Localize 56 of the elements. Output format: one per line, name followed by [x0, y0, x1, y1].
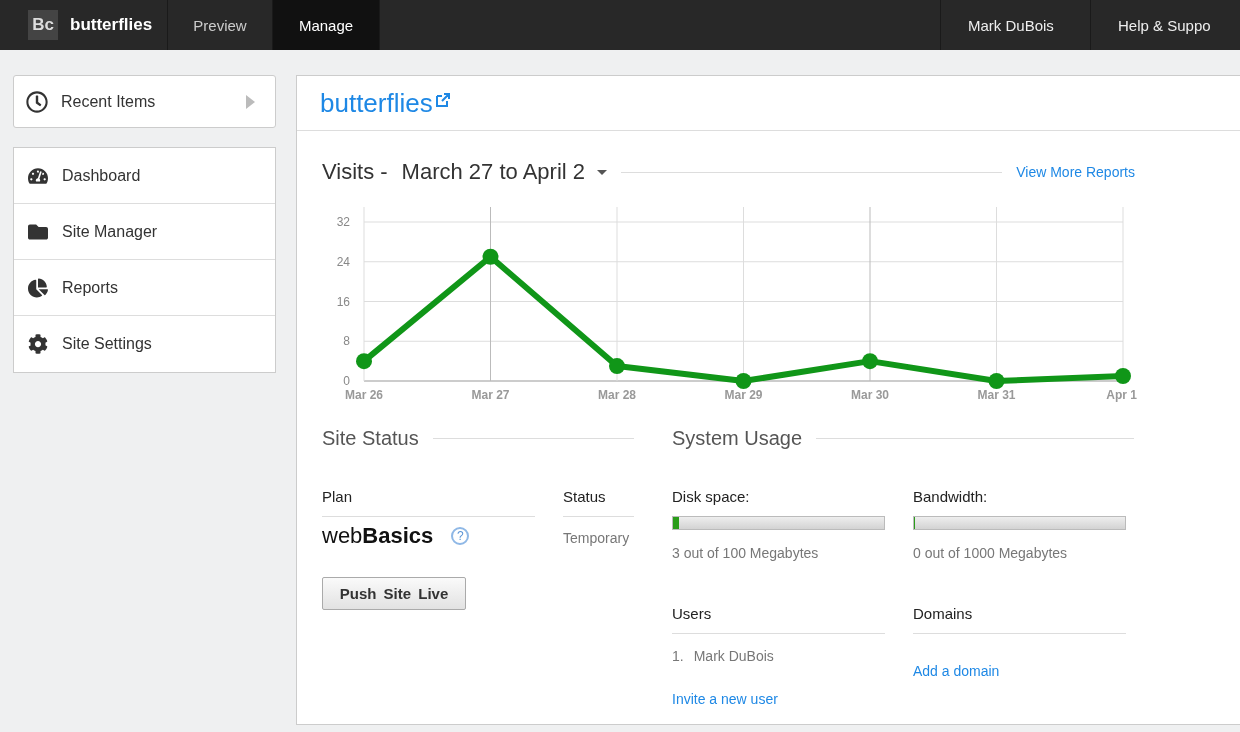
status-value: Temporary — [563, 530, 631, 546]
x-axis-label: Mar 27 — [471, 388, 510, 402]
y-axis-label: 16 — [336, 294, 350, 309]
x-axis-label: Mar 31 — [977, 388, 1016, 402]
x-axis-label: Apr 1 — [1106, 388, 1137, 402]
logo[interactable]: Bc — [28, 10, 58, 40]
y-axis-label: 24 — [336, 254, 350, 269]
user-name: Mark DuBois — [693, 648, 774, 664]
y-axis-label: 8 — [343, 334, 350, 349]
invite-user-link[interactable]: Invite a new user — [672, 691, 778, 707]
recent-items-button[interactable]: Recent Items — [13, 75, 276, 128]
plan-name: webBasics — [322, 523, 434, 549]
y-axis-label: 0 — [343, 374, 350, 388]
usage-reading: 3 out of 100 Megabytes — [672, 545, 820, 561]
sidebar-item[interactable]: Site Manager — [14, 204, 275, 260]
site-title-link[interactable]: butterflies — [320, 87, 451, 119]
data-point — [988, 373, 1005, 389]
data-point — [735, 373, 752, 389]
data-point — [482, 248, 499, 265]
column-header: Status — [563, 488, 634, 517]
meter-label: Disk space: — [672, 488, 751, 505]
push-site-live-button[interactable]: Push Site Live — [322, 577, 466, 610]
settings-icon — [28, 334, 48, 354]
column-header: Domains — [913, 605, 1126, 634]
column-header: Plan — [322, 488, 535, 517]
data-point — [1115, 368, 1131, 385]
clock-icon — [26, 90, 48, 113]
dashboard-icon — [28, 165, 48, 186]
nav-tab[interactable]: Manage — [273, 0, 380, 50]
sidebar-item[interactable]: Site Settings — [14, 316, 275, 372]
nav-item[interactable]: Help & Suppo — [1090, 0, 1240, 50]
section-title: Site Status — [322, 427, 419, 450]
sidebar-item[interactable]: Dashboard — [14, 148, 275, 204]
usage-reading: 0 out of 1000 Megabytes — [913, 545, 1069, 561]
site-name[interactable]: butterflies — [70, 15, 153, 35]
date-range-dropdown[interactable]: March 27 to April 2 — [401, 159, 608, 185]
y-axis-label: 32 — [336, 215, 350, 229]
section-title: System Usage — [672, 427, 803, 450]
nav-item[interactable]: Mark DuBois — [940, 0, 1090, 50]
sidebar-item[interactable]: Reports — [14, 260, 275, 316]
x-axis-label: Mar 28 — [598, 388, 636, 402]
data-point — [862, 353, 878, 370]
view-more-reports-link[interactable]: View More Reports — [1016, 164, 1135, 180]
data-point — [356, 353, 372, 370]
triangle-icon — [246, 94, 255, 109]
x-axis-label: Mar 29 — [724, 388, 763, 402]
pie-chart-icon — [28, 277, 48, 298]
list-number: 1. — [672, 648, 684, 664]
x-axis-label: Mar 30 — [851, 388, 889, 402]
visits-title: Visits - — [322, 159, 388, 185]
add-domain-link[interactable]: Add a domain — [913, 663, 1000, 679]
column-header: Users — [672, 605, 885, 634]
meter-label: Bandwidth: — [913, 488, 989, 505]
external-link-icon — [434, 91, 451, 108]
x-axis-label: Mar 26 — [345, 388, 383, 402]
data-point — [609, 358, 625, 375]
